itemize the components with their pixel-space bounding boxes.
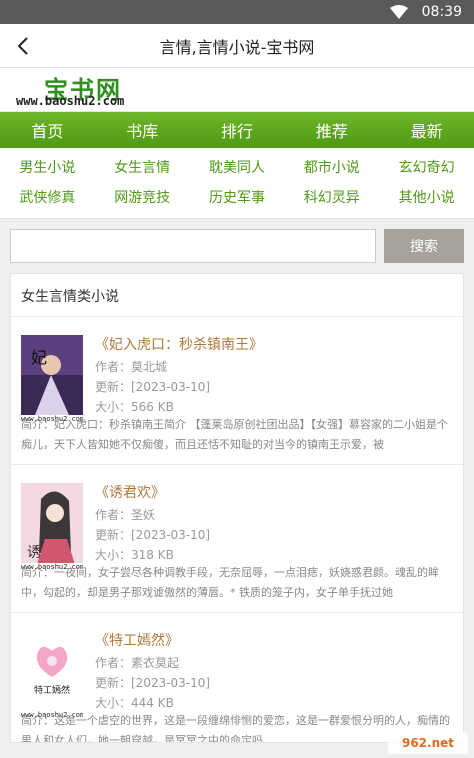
- nav-recommend[interactable]: 推荐: [284, 118, 379, 142]
- search-input[interactable]: [10, 229, 376, 263]
- book-item[interactable]: 诱 www.baoshu2.com 《诱君欢》 作者：圣妖 更新：[2023-0…: [11, 465, 463, 613]
- book-description: 简介：一夜间，女子尝尽各种调教手段，无奈屈辱，一点泪痣，妖娆惑君颜。魂乱的眸中，…: [21, 566, 439, 599]
- nav-home[interactable]: 首页: [0, 118, 95, 142]
- category-link[interactable]: 武侠修真: [0, 187, 95, 207]
- book-title[interactable]: 《特工嫣然》: [95, 631, 453, 651]
- wifi-icon: [389, 5, 408, 19]
- book-cover[interactable]: 特工嫣然 www.baoshu2.com: [21, 631, 83, 719]
- category-link[interactable]: 女生言情: [95, 157, 190, 177]
- book-cover[interactable]: 诱 www.baoshu2.com: [21, 483, 83, 571]
- book-title[interactable]: 《妃入虎口：秒杀镇南王》: [95, 335, 453, 355]
- book-size: 大小：444 KB: [95, 696, 174, 710]
- cover-title-text: 特工嫣然: [33, 686, 70, 696]
- category-link[interactable]: 科幻灵异: [284, 187, 379, 207]
- book-updated: 更新：[2023-03-10]: [95, 380, 211, 394]
- status-time: 08:39: [421, 4, 462, 20]
- category-link[interactable]: 耽美同人: [190, 157, 285, 177]
- svg-text:诱: 诱: [27, 545, 41, 561]
- category-link[interactable]: 其他小说: [379, 187, 474, 207]
- category-link[interactable]: 男生小说: [0, 157, 95, 177]
- watermark-logo: 962.net: [388, 732, 468, 754]
- book-cover[interactable]: 妃 www.baoshu2.com: [21, 335, 83, 423]
- site-logo-url: www.baoshu2.com: [16, 94, 125, 108]
- category-link[interactable]: 网游竞技: [95, 187, 190, 207]
- book-item[interactable]: 特工嫣然 www.baoshu2.com 《特工嫣然》 作者：素衣莫起 更新：[…: [11, 613, 463, 742]
- site-header: 宝书网 www.baoshu2.com: [0, 68, 474, 112]
- back-arrow-icon[interactable]: [12, 34, 36, 58]
- main-nav: 首页 书库 排行 推荐 最新: [0, 112, 474, 148]
- book-description: 简介：妃入虎口：秒杀镇南王简介 【蓬莱岛原创社团出品】【女强】慕容家的二小姐是个…: [21, 418, 448, 451]
- book-item[interactable]: 妃 www.baoshu2.com 《妃入虎口：秒杀镇南王》 作者：莫北城 更新…: [11, 317, 463, 465]
- category-link[interactable]: 玄幻奇幻: [379, 157, 474, 177]
- book-updated: 更新：[2023-03-10]: [95, 676, 211, 690]
- page-title: 言情,言情小说-宝书网: [159, 37, 315, 57]
- search-button[interactable]: 搜索: [384, 229, 464, 263]
- book-list-panel: 女生言情类小说 妃 www.baoshu2.com 《妃入虎口：秒杀镇南王》 作…: [10, 273, 464, 743]
- status-bar: 08:39: [0, 0, 474, 24]
- nav-library[interactable]: 书库: [95, 118, 190, 142]
- book-author: 作者：莫北城: [95, 360, 168, 374]
- section-title: 女生言情类小说: [11, 274, 463, 317]
- book-author: 作者：素衣莫起: [95, 656, 180, 670]
- book-updated: 更新：[2023-03-10]: [95, 528, 211, 542]
- category-link[interactable]: 历史军事: [190, 187, 285, 207]
- book-size: 大小：566 KB: [95, 400, 174, 414]
- nav-latest[interactable]: 最新: [379, 118, 474, 142]
- book-title[interactable]: 《诱君欢》: [95, 483, 453, 503]
- nav-ranking[interactable]: 排行: [190, 118, 285, 142]
- svg-text:妃: 妃: [31, 348, 47, 367]
- category-nav: 男生小说 女生言情 耽美同人 都市小说 玄幻奇幻 武侠修真 网游竞技 历史军事 …: [0, 148, 474, 219]
- book-author: 作者：圣妖: [95, 508, 156, 522]
- search-bar: 搜索: [0, 219, 474, 273]
- category-link[interactable]: 都市小说: [284, 157, 379, 177]
- book-size: 大小：318 KB: [95, 548, 174, 562]
- app-bar: 言情,言情小说-宝书网: [0, 24, 474, 68]
